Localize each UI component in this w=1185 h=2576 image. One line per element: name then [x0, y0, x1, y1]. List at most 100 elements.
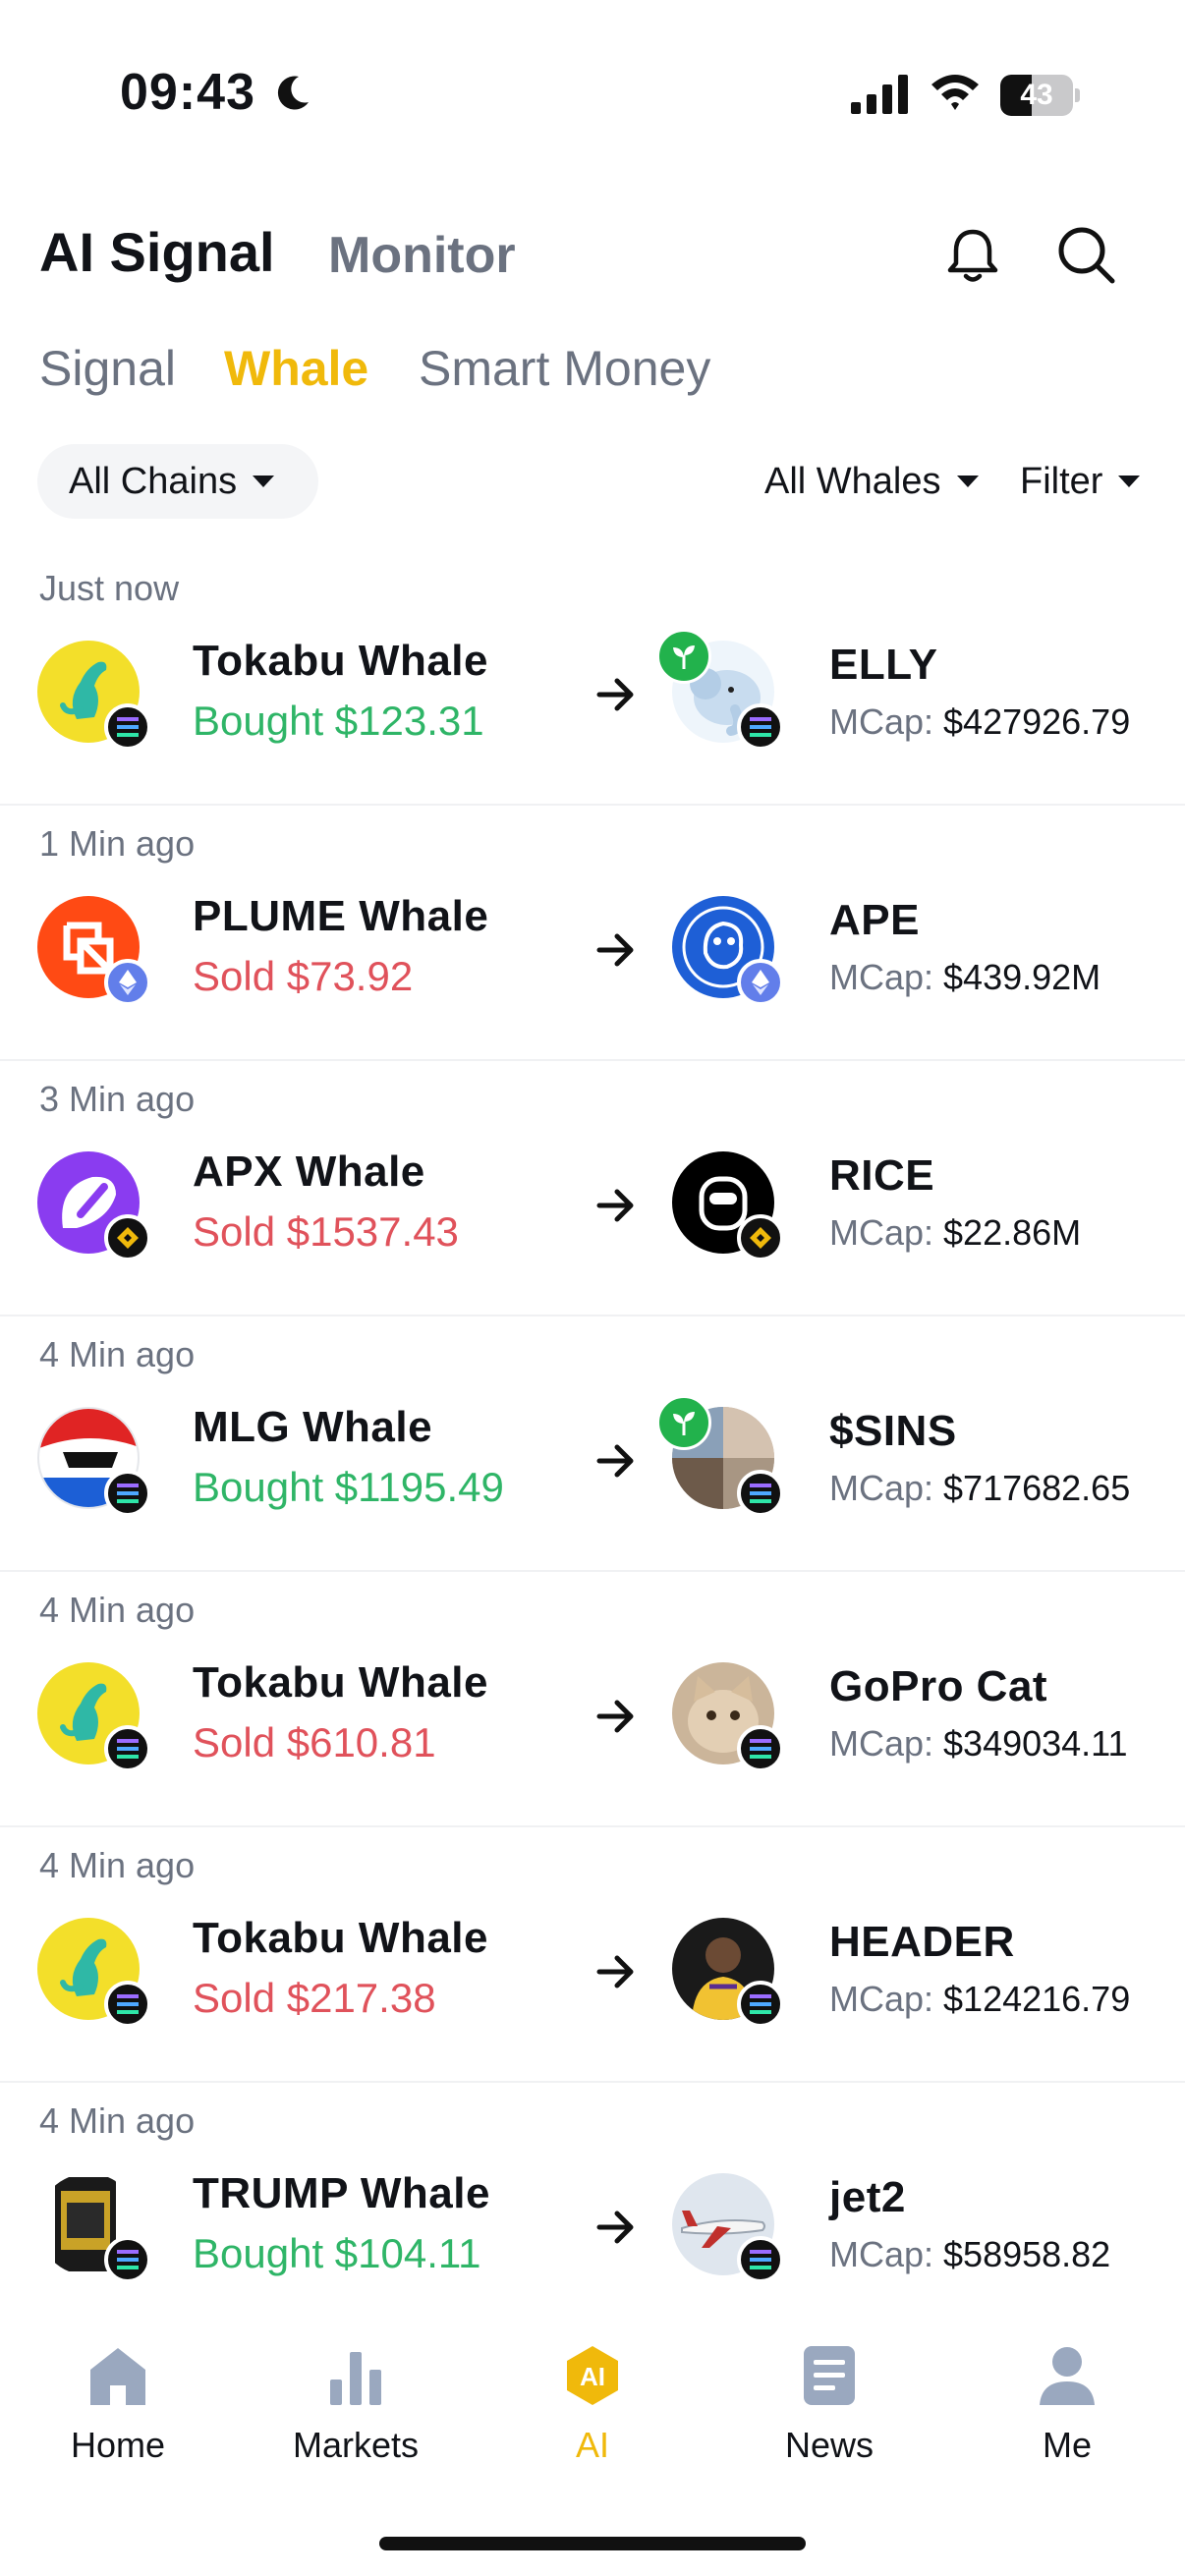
token-name: RICE [829, 1151, 935, 1200]
list-item[interactable]: 4 Min ago MLG Whale Bought $1195.49 $SIN… [0, 1316, 1185, 1572]
nav-home[interactable]: Home [20, 2328, 216, 2476]
token-name: GoPro Cat [829, 1662, 1048, 1710]
cellular-signal-icon [851, 75, 908, 114]
person-icon [1040, 2347, 1095, 2405]
trade-info: Bought $104.11 [193, 2230, 481, 2276]
search-icon[interactable] [1053, 222, 1118, 287]
ethereum-icon [104, 959, 151, 1006]
market-cap: MCap: $124216.79 [829, 1979, 1131, 2019]
nav-label: Me [1042, 2425, 1092, 2465]
solana-icon [737, 1725, 784, 1772]
trade-info: Bought $123.31 [193, 698, 484, 744]
market-cap: MCap: $58958.82 [829, 2234, 1111, 2274]
list-item[interactable]: 4 Min ago TRUMP Whale Bought $104.11 jet… [0, 2083, 1185, 2338]
page-title: AI Signal [39, 221, 275, 283]
ai-icon: AI [567, 2346, 618, 2405]
bell-icon[interactable] [941, 224, 1004, 287]
news-icon [804, 2346, 855, 2405]
trade-info: Sold $73.92 [193, 953, 414, 999]
page-header: AI Signal Monitor [0, 196, 1185, 314]
list-item[interactable]: 3 Min ago APX Whale Sold $1537.43 RICE M… [0, 1061, 1185, 1316]
solana-icon [737, 703, 784, 751]
moon-icon [277, 76, 309, 110]
market-cap: MCap: $439.92M [829, 957, 1101, 997]
list-item[interactable]: Just now Tokabu Whale Bought $123.31 ELL… [0, 550, 1185, 806]
tab-signal[interactable]: Signal [39, 340, 176, 397]
trade-info: Sold $1537.43 [193, 1208, 459, 1255]
trade-info: Sold $610.81 [193, 1719, 436, 1765]
arrow-right-icon [596, 1955, 634, 1988]
solana-icon [737, 1981, 784, 2028]
market-cap: MCap: $717682.65 [829, 1468, 1131, 1508]
tab-whale[interactable]: Whale [224, 340, 368, 397]
bottom-navigation: Home Markets AI AI News Me [0, 2319, 1185, 2515]
whale-name: Tokabu Whale [193, 637, 488, 685]
filter-dropdown-label: Filter [1020, 460, 1103, 502]
whale-name: TRUMP Whale [193, 2169, 490, 2217]
solana-icon [104, 703, 151, 751]
trade-info: Bought $1195.49 [193, 1464, 504, 1510]
whales-dropdown-label: All Whales [764, 460, 941, 502]
token-name: HEADER [829, 1918, 1015, 1966]
nav-news[interactable]: News [731, 2328, 928, 2476]
arrow-right-icon [596, 678, 634, 711]
bnb-icon [737, 1214, 784, 1261]
arrow-right-icon [596, 933, 634, 967]
list-item[interactable]: 1 Min ago PLUME Whale Sold $73.92 APE MC… [0, 806, 1185, 1061]
home-icon [90, 2348, 145, 2405]
token-name: ELLY [829, 641, 938, 689]
solana-icon [104, 1981, 151, 2028]
solana-icon [737, 2236, 784, 2283]
token-name: jet2 [829, 2173, 906, 2221]
row-time: 1 Min ago [39, 823, 196, 864]
arrow-right-icon [596, 1189, 634, 1222]
sprout-icon [656, 1395, 711, 1450]
market-cap: MCap: $427926.79 [829, 701, 1131, 742]
token-name: $SINS [829, 1407, 957, 1455]
filter-dropdown[interactable]: Filter [1020, 444, 1141, 519]
chain-dropdown[interactable]: All Chains [37, 444, 318, 519]
solana-icon [104, 1470, 151, 1517]
nav-me[interactable]: Me [969, 2328, 1165, 2476]
row-time: 4 Min ago [39, 2100, 196, 2141]
list-item[interactable]: 4 Min ago Tokabu Whale Sold $610.81 GoPr… [0, 1572, 1185, 1827]
market-cap: MCap: $22.86M [829, 1212, 1082, 1253]
row-time: 4 Min ago [39, 1590, 196, 1630]
whale-name: PLUME Whale [193, 892, 489, 940]
whale-name: Tokabu Whale [193, 1658, 488, 1707]
nav-ai[interactable]: AI AI [494, 2328, 691, 2476]
nav-label: Home [70, 2425, 166, 2465]
chevron-down-icon [956, 476, 979, 487]
tab-smart-money[interactable]: Smart Money [419, 340, 710, 397]
status-bar: 09:43 43 [0, 0, 1185, 147]
arrow-right-icon [596, 1444, 634, 1478]
chevron-down-icon [253, 476, 275, 487]
market-cap: MCap: $349034.11 [829, 1723, 1128, 1764]
solana-icon [104, 2236, 151, 2283]
chain-dropdown-label: All Chains [69, 460, 238, 502]
battery-level: 43 [1020, 79, 1053, 111]
nav-markets[interactable]: Markets [257, 2328, 454, 2476]
whale-name: APX Whale [193, 1148, 425, 1196]
whale-name: MLG Whale [193, 1403, 433, 1451]
battery-indicator: 43 [1000, 75, 1080, 116]
whales-dropdown[interactable]: All Whales [764, 444, 979, 519]
solana-icon [737, 1470, 784, 1517]
nav-label: AI [575, 2425, 609, 2465]
monitor-link[interactable]: Monitor [328, 226, 516, 285]
row-time: Just now [39, 568, 180, 608]
list-item[interactable]: 4 Min ago Tokabu Whale Sold $217.38 HEAD… [0, 1827, 1185, 2083]
bar-chart-icon [330, 2352, 381, 2405]
arrow-right-icon [596, 2211, 634, 2244]
home-indicator [379, 2537, 806, 2550]
ethereum-icon [737, 959, 784, 1006]
row-time: 3 Min ago [39, 1079, 196, 1119]
nav-label: News [784, 2425, 875, 2465]
nav-label: Markets [292, 2425, 420, 2465]
whale-name: Tokabu Whale [193, 1914, 488, 1962]
row-time: 4 Min ago [39, 1334, 196, 1374]
chevron-down-icon [1118, 476, 1141, 487]
status-time: 09:43 [120, 64, 255, 121]
token-name: APE [829, 896, 920, 944]
category-tabs: Signal Whale Smart Money [0, 340, 1185, 419]
